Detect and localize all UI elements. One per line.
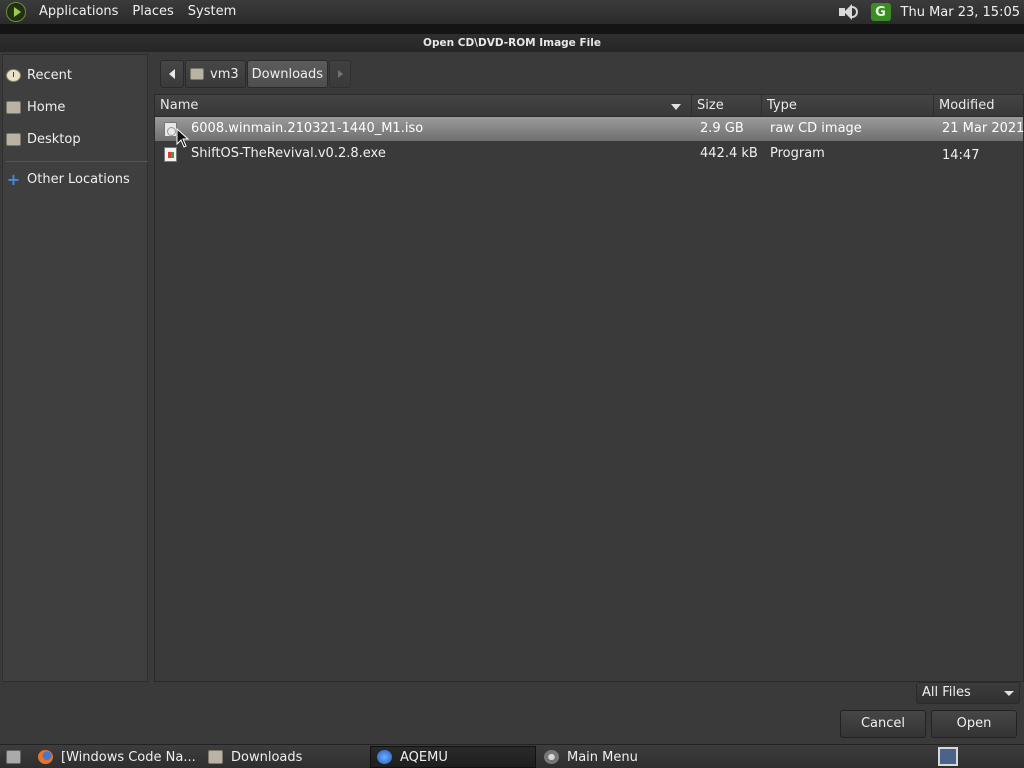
desktop-folder-icon (6, 132, 21, 146)
show-desktop-button[interactable] (0, 746, 28, 768)
column-header: Name Size Type Modified (155, 95, 1023, 117)
firefox-icon (38, 750, 53, 764)
sidebar-item-recent[interactable]: Recent (6, 64, 72, 86)
sidebar-separator (6, 161, 148, 162)
column-name-label: Name (160, 98, 199, 113)
places-sidebar: Recent Home Desktop + Other Locations (2, 54, 148, 682)
path-button-downloads[interactable]: Downloads (246, 60, 329, 88)
sidebar-item-other-locations[interactable]: + Other Locations (6, 168, 130, 190)
applications-menu[interactable]: Applications (32, 0, 125, 24)
cancel-button[interactable]: Cancel (840, 710, 926, 738)
taskbar-item-label: Downloads (231, 749, 303, 765)
sidebar-item-label: Home (27, 99, 66, 115)
sidebar-item-label: Desktop (27, 131, 81, 147)
filter-label: All Files (922, 685, 971, 700)
path-label: Downloads (251, 66, 324, 82)
file-name: ShiftOS-TheRevival.v0.2.8.exe (191, 146, 386, 161)
main-menu-icon (544, 750, 559, 764)
path-forward-button[interactable] (329, 60, 352, 88)
column-name[interactable]: Name (155, 95, 692, 117)
file-type: Program (770, 146, 825, 161)
recent-icon (6, 68, 21, 82)
file-row[interactable]: ShiftOS-TheRevival.v0.2.8.exe 442.4 kB P… (155, 142, 1023, 166)
column-size[interactable]: Size (692, 95, 762, 117)
sidebar-item-desktop[interactable]: Desktop (6, 128, 81, 150)
taskbar-item-label: [Windows Code Na... (61, 749, 196, 765)
system-menu[interactable]: System (181, 0, 243, 24)
home-folder-icon (6, 100, 21, 114)
taskbar-item-firefox[interactable]: [Windows Code Na... (32, 746, 200, 768)
home-folder-icon (190, 68, 204, 80)
file-name: 6008.winmain.210321-1440_M1.iso (191, 121, 424, 136)
path-button-vm3[interactable]: vm3 (185, 60, 246, 88)
clock[interactable]: Thu Mar 23, 15:05 (901, 5, 1020, 20)
sort-descending-icon (671, 104, 681, 110)
taskbar-item-label: AQEMU (400, 749, 448, 765)
aqemu-icon (377, 750, 392, 764)
window-border (0, 24, 1024, 34)
open-button[interactable]: Open (931, 710, 1017, 738)
taskbar: [Windows Code Na... Downloads AQEMU Main… (0, 744, 1024, 768)
workspace-switcher-icon[interactable] (938, 747, 958, 766)
update-manager-icon[interactable]: G (870, 3, 891, 21)
file-row[interactable]: 6008.winmain.210321-1440_M1.iso 2.9 GB r… (155, 117, 1024, 141)
dialog-title: Open CD\DVD-ROM Image File (0, 34, 1024, 52)
file-chooser-dialog: Recent Home Desktop + Other Locations vm… (0, 52, 1024, 744)
path-label: vm3 (210, 66, 239, 82)
file-size: 2.9 GB (700, 121, 744, 136)
column-type[interactable]: Type (762, 95, 934, 117)
volume-icon[interactable] (837, 2, 859, 22)
taskbar-item-main-menu[interactable]: Main Menu (538, 746, 704, 768)
show-desktop-icon (6, 750, 21, 764)
distro-logo-icon[interactable] (6, 2, 26, 22)
folder-icon (208, 750, 223, 764)
file-type: raw CD image (770, 121, 862, 136)
sidebar-item-label: Recent (27, 67, 72, 83)
places-menu[interactable]: Places (125, 0, 180, 24)
column-modified[interactable]: Modified (934, 95, 1024, 117)
executable-icon (164, 147, 177, 162)
file-modified: 14:47 (942, 148, 980, 163)
sidebar-item-label: Other Locations (27, 171, 130, 187)
chevron-down-icon (1004, 691, 1014, 696)
file-list[interactable]: Name Size Type Modified 6008.winmain.210… (154, 94, 1024, 682)
file-modified: 21 Mar 2021 (942, 121, 1024, 136)
taskbar-item-label: Main Menu (567, 749, 638, 765)
top-panel: Applications Places System G Thu Mar 23,… (0, 0, 1024, 24)
disc-image-icon (164, 122, 177, 137)
file-size: 442.4 kB (700, 146, 758, 161)
plus-icon: + (6, 169, 21, 189)
file-type-filter[interactable]: All Files (916, 682, 1020, 704)
sidebar-item-home[interactable]: Home (6, 96, 65, 118)
path-bar: vm3 Downloads (160, 60, 352, 88)
path-back-button[interactable] (160, 60, 184, 88)
taskbar-item-aqemu[interactable]: AQEMU (370, 746, 536, 768)
taskbar-item-downloads[interactable]: Downloads (202, 746, 368, 768)
